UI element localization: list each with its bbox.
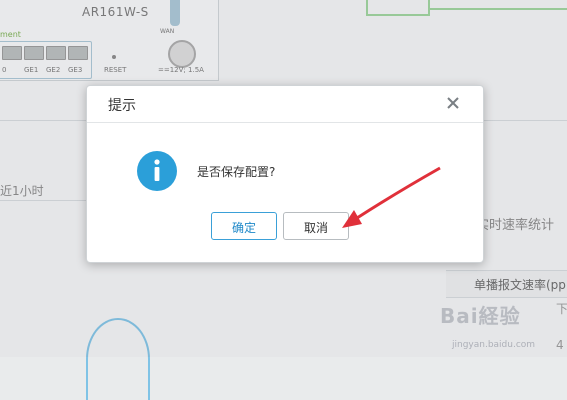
dialog-message: 是否保存配置?	[197, 165, 276, 179]
dialog-title: 提示	[108, 98, 136, 114]
confirm-dialog: 提示 是否保存配置? 确定 取消	[86, 85, 484, 263]
confirm-button[interactable]: 确定	[211, 212, 277, 240]
info-icon	[137, 151, 177, 191]
close-icon[interactable]	[445, 95, 461, 111]
dialog-header: 提示	[87, 86, 483, 123]
cancel-button[interactable]: 取消	[283, 212, 349, 240]
